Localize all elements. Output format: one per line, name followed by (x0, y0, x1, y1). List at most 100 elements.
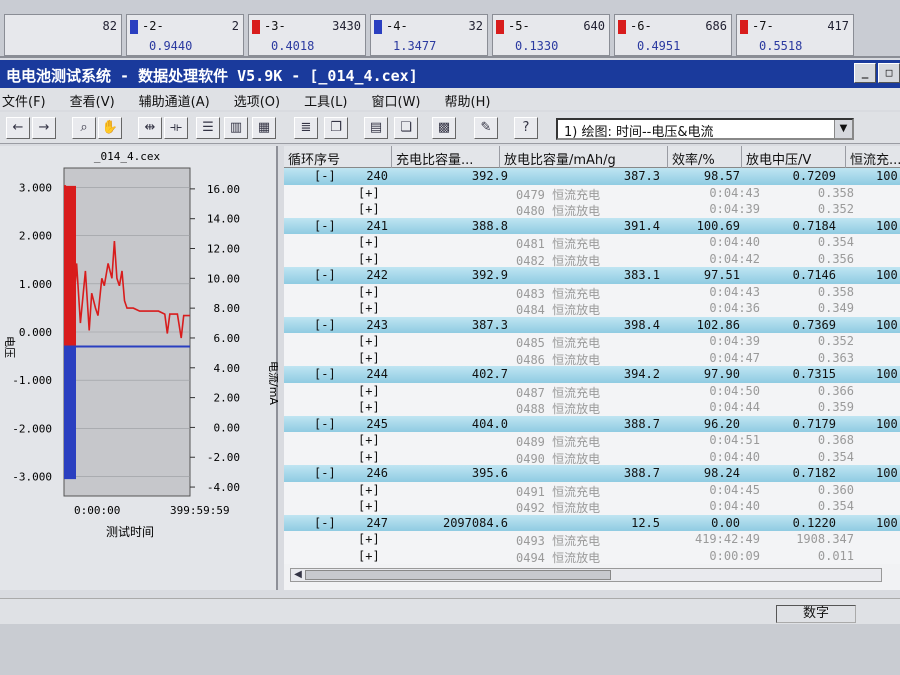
menu-item[interactable]: 帮助(H) (445, 91, 491, 110)
collapse-toggle[interactable]: [-] (314, 367, 336, 381)
channel-tile[interactable]: -6- 686 0.4951 (614, 14, 732, 56)
step-row[interactable]: [+] 0484 恒流放电 0:04:36 0.349 (284, 300, 900, 317)
cycle-row[interactable]: [-] 242 392.9 383.1 97.51 0.7146 100 (284, 267, 900, 284)
channel-tile[interactable]: -2- 2 0.9440 (126, 14, 244, 56)
cycle-row[interactable]: [-] 247 2097084.6 12.5 0.00 0.1220 100. (284, 514, 900, 531)
expand-toggle[interactable]: [+] (358, 351, 380, 365)
expand-toggle[interactable]: [+] (358, 186, 380, 200)
cycle-row[interactable]: [-] 244 402.7 394.2 97.90 0.7315 100. (284, 366, 900, 383)
menu-item[interactable]: 工具(L) (304, 91, 347, 110)
step-row[interactable]: [+] 0486 恒流放电 0:04:47 0.363 (284, 349, 900, 367)
copy-icon[interactable]: ❐ (324, 117, 348, 139)
cycle-row[interactable]: [-] 241 388.8 391.4 100.69 0.7184 100 (284, 217, 900, 234)
expand-toggle[interactable]: [+] (358, 202, 380, 216)
minimize-button[interactable]: _ (854, 63, 876, 83)
expand-toggle[interactable]: [+] (358, 301, 380, 315)
chart-panel[interactable]: 3.000 2.000 1.000 0.000 -1.000 -2.000 -3.000 16… (0, 146, 278, 590)
step-row[interactable]: [+] 0493 恒流充电 419:42:49 1908.347 (284, 531, 900, 548)
menu-item[interactable]: 查看(V) (70, 91, 115, 110)
step-row[interactable]: [+] 0488 恒流放电 0:04:44 0.359 (284, 399, 900, 416)
step-row[interactable]: [+] 0482 恒流放电 0:04:42 0.356 (284, 250, 900, 268)
plot-type-select[interactable]: 1) 绘图: 时间--电压&电流 ▼ (556, 118, 854, 140)
pen-icon[interactable]: ✎ (474, 117, 498, 139)
step-name: 0490 恒流放电 (516, 451, 601, 466)
back-arrow-icon[interactable]: ← (6, 117, 30, 139)
expand-toggle[interactable]: [+] (358, 433, 380, 447)
collapse-toggle[interactable]: [-] (314, 219, 336, 233)
expand-toggle[interactable]: [+] (358, 532, 380, 546)
expand-toggle[interactable]: [+] (358, 483, 380, 497)
channel-tile[interactable]: -4- 32 1.3477 (370, 14, 488, 56)
step-row[interactable]: [+] 0479 恒流充电 0:04:43 0.358 (284, 184, 900, 202)
channel-tile[interactable]: -3- 3430 0.4018 (248, 14, 366, 56)
fit-horizontal-icon[interactable]: ⇹ (138, 117, 162, 139)
cycle-row[interactable]: [-] 243 387.3 398.4 102.86 0.7369 100. (284, 316, 900, 333)
expand-toggle[interactable]: [+] (358, 400, 380, 414)
step-row[interactable]: [+] 0480 恒流放电 0:04:39 0.352 (284, 201, 900, 218)
column-header[interactable]: 充电比容量... (392, 146, 500, 168)
step-row[interactable]: [+] 0492 恒流放电 0:04:40 0.354 (284, 498, 900, 515)
collapse-toggle[interactable]: [-] (314, 417, 336, 431)
list-icon[interactable]: ≣ (294, 117, 318, 139)
expand-toggle[interactable]: [+] (358, 450, 380, 464)
layout-columns-icon[interactable]: ▥ (224, 117, 248, 139)
layout-grid-icon[interactable]: ▦ (252, 117, 276, 139)
cycle-row[interactable]: [-] 240 392.9 387.3 98.57 0.7209 100 (284, 168, 900, 185)
collapse-toggle[interactable]: [-] (314, 516, 336, 530)
expand-toggle[interactable]: [+] (358, 252, 380, 266)
collapse-toggle[interactable]: [-] (314, 169, 336, 183)
expand-toggle[interactable]: [+] (358, 235, 380, 249)
step-row[interactable]: [+] 0485 恒流充电 0:04:39 0.352 (284, 333, 900, 350)
channel-tile[interactable]: -5- 640 0.1330 (492, 14, 610, 56)
menu-item[interactable]: 选项(O) (234, 91, 280, 110)
expand-toggle[interactable]: [+] (358, 549, 380, 563)
layout-rows-icon[interactable]: ☰ (196, 117, 220, 139)
collapse-toggle[interactable]: [-] (314, 318, 336, 332)
menu-item[interactable]: 辅助通道(A) (139, 91, 210, 110)
step-voltage: 0.354 (817, 449, 854, 464)
menu-item[interactable]: 窗口(W) (372, 91, 421, 110)
channel-value: 0.4018 (271, 39, 315, 53)
zoom-icon[interactable]: ⌕ (72, 117, 96, 139)
step-row[interactable]: [+] 0494 恒流放电 0:00:09 0.011 (284, 547, 900, 565)
channel-flag-icon (130, 20, 138, 34)
collapse-toggle[interactable]: [-] (314, 466, 336, 480)
expand-toggle[interactable]: [+] (358, 285, 380, 299)
split-horizontal-icon[interactable]: ⟛ (164, 117, 188, 139)
channel-tile[interactable]: 82 (4, 14, 122, 56)
step-voltage: 0.011 (817, 548, 854, 563)
grid-view-icon[interactable]: ▩ (432, 117, 456, 139)
voltage-current-chart[interactable]: 3.000 2.000 1.000 0.000 -1.000 -2.000 -3.000 16… (0, 146, 278, 590)
cycle-row[interactable]: [-] 245 404.0 388.7 96.20 0.7179 100. (284, 415, 900, 432)
expand-toggle[interactable]: [+] (358, 334, 380, 348)
column-header[interactable]: 恒流充... (846, 146, 900, 168)
menu-item[interactable]: 文件(F) (2, 91, 46, 110)
step-row[interactable]: [+] 0490 恒流放电 0:04:40 0.354 (284, 448, 900, 466)
column-header[interactable]: 效率/% (668, 146, 742, 168)
charge-capacity: 404.0 (471, 416, 508, 431)
expand-toggle[interactable]: [+] (358, 384, 380, 398)
collapse-toggle[interactable]: [-] (314, 268, 336, 282)
column-header[interactable]: 放电中压/V (742, 146, 846, 168)
expand-toggle[interactable]: [+] (358, 499, 380, 513)
chevron-down-icon[interactable]: ▼ (834, 120, 852, 138)
forward-arrow-icon[interactable]: → (32, 117, 56, 139)
column-header[interactable]: 循环序号 (284, 146, 392, 168)
step-row[interactable]: [+] 0481 恒流充电 0:04:40 0.354 (284, 234, 900, 251)
step-row[interactable]: [+] 0489 恒流充电 0:04:51 0.368 (284, 432, 900, 449)
pan-hand-icon[interactable]: ✋ (98, 117, 122, 139)
step-row[interactable]: [+] 0491 恒流充电 0:04:45 0.360 (284, 481, 900, 499)
left-tick-label: 3.000 (19, 181, 52, 194)
table-icon[interactable]: ▤ (364, 117, 388, 139)
column-header[interactable]: 放电比容量/mAh/g (500, 146, 668, 168)
horizontal-scrollbar[interactable]: ◀ (290, 568, 882, 582)
step-row[interactable]: [+] 0487 恒流充电 0:04:50 0.366 (284, 382, 900, 400)
help-icon[interactable]: ? (514, 117, 538, 139)
paste-icon[interactable]: ❏ (394, 117, 418, 139)
maximize-button[interactable]: □ (878, 63, 900, 83)
scroll-left-icon[interactable]: ◀ (291, 568, 305, 582)
step-row[interactable]: [+] 0483 恒流充电 0:04:43 0.358 (284, 283, 900, 301)
scrollbar-thumb[interactable] (305, 570, 611, 580)
cycle-row[interactable]: [-] 246 395.6 388.7 98.24 0.7182 100. (284, 465, 900, 482)
channel-tile[interactable]: -7- 417 0.5518 (736, 14, 854, 56)
